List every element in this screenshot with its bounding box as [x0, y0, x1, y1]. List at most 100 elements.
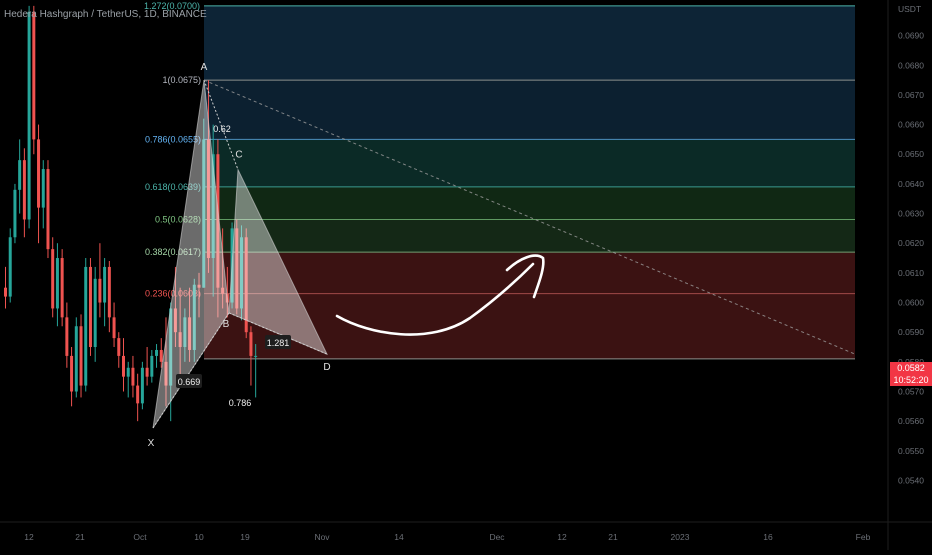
price-tick-label: 0.0600: [898, 298, 924, 308]
price-tick-label: 0.0690: [898, 31, 924, 41]
candle-body: [107, 266, 111, 318]
fib-zone-0.236: [204, 252, 855, 294]
time-tick-label: Oct: [133, 532, 147, 542]
candle: [84, 258, 88, 392]
candle-body: [84, 266, 88, 386]
ratio-label-text: 0.669: [178, 377, 201, 387]
candle-body: [37, 139, 41, 208]
candle-body: [155, 349, 159, 356]
candle-body: [98, 278, 102, 303]
price-tick-label: USDT: [898, 4, 921, 14]
pattern-ratio-label: 1.281: [265, 335, 291, 349]
price-tick-label: 0.0540: [898, 475, 924, 485]
candle-body: [254, 355, 258, 357]
current-price-tag: 0.0582 10:52:20: [890, 362, 932, 386]
time-tick-label: 2023: [671, 532, 690, 542]
time-tick-label: 12: [557, 532, 567, 542]
candle-body: [55, 258, 59, 309]
time-tick-label: 10: [194, 532, 204, 542]
current-price-value: 0.0582: [897, 363, 925, 373]
price-tick-label: 0.0570: [898, 387, 924, 397]
candle-body: [122, 355, 125, 377]
candle-body: [4, 287, 7, 297]
candle-body: [46, 169, 50, 250]
candle: [140, 361, 144, 410]
candle-body: [27, 11, 31, 220]
candle: [88, 258, 92, 356]
ratio-label-text: 0.62: [213, 124, 231, 134]
candle-body: [18, 160, 22, 190]
time-tick-label: 16: [763, 532, 773, 542]
candle-body: [60, 258, 64, 318]
candle: [8, 228, 12, 303]
chart-root[interactable]: 1.272(0.0700) 1(0.0675) 0.786(0.0655) 0.618…: [0, 0, 932, 550]
candle-body: [41, 169, 45, 208]
pattern-point-D: D: [323, 362, 330, 373]
candle-body: [117, 338, 121, 356]
candle: [32, 5, 36, 155]
time-tick-label: 14: [394, 532, 404, 542]
price-tick-label: 0.0660: [898, 120, 924, 130]
candle-body: [131, 367, 135, 386]
ratio-label-text: 1.281: [267, 338, 290, 348]
pattern-ratio-label: 0.62: [213, 124, 231, 134]
price-tick-label: 0.0680: [898, 60, 924, 70]
fib-zone-0.382: [204, 219, 855, 253]
fib-zone-extension: [204, 5, 855, 81]
candle: [46, 160, 50, 259]
candle-body: [249, 332, 253, 356]
ratio-label-text: 0.786: [229, 398, 252, 408]
fib-label-1: 1(0.0675): [162, 75, 201, 85]
pattern-point-X: X: [148, 438, 155, 449]
price-tick-label: 0.0590: [898, 327, 924, 337]
pattern-point-B: B: [223, 319, 230, 330]
chart-title: Hedera Hashgraph / TetherUS, 1D, BINANCE: [4, 9, 207, 20]
candle: [74, 317, 78, 398]
fib-zone-0.5: [204, 186, 855, 220]
fib-zone-0.618: [204, 139, 855, 187]
candle-body: [79, 326, 83, 386]
time-tick-label: Feb: [856, 532, 871, 542]
time-tick-label: 19: [240, 532, 250, 542]
price-tick-label: 0.0650: [898, 149, 924, 159]
candle-body: [65, 317, 69, 356]
candle: [51, 237, 55, 318]
candle: [79, 314, 83, 398]
pattern-ratio-label: 0.669: [176, 374, 202, 388]
candle-body: [159, 349, 163, 362]
price-tick-label: 0.0610: [898, 268, 924, 278]
candle-body: [22, 160, 26, 220]
pattern-point-C: C: [235, 150, 242, 161]
candle-body: [140, 367, 144, 404]
time-tick-label: 21: [608, 532, 618, 542]
time-tick-label: 12: [24, 532, 34, 542]
candle-body: [112, 317, 116, 339]
candle-body: [32, 11, 36, 140]
candle-body: [13, 189, 17, 238]
candle-body: [136, 385, 140, 404]
time-tick-label: 21: [75, 532, 85, 542]
fib-zone-0.786: [204, 80, 855, 140]
candle: [60, 249, 64, 327]
price-tick-label: 0.0630: [898, 209, 924, 219]
bar-countdown: 10:52:20: [893, 375, 929, 385]
price-tick-label: 0.0640: [898, 179, 924, 189]
candle-body: [51, 249, 55, 309]
candle-body: [93, 278, 97, 348]
price-tick-label: 0.0620: [898, 238, 924, 248]
price-chart[interactable]: 1.272(0.0700)1(0.0675)0.786(0.0655)0.618…: [0, 0, 932, 550]
candle-body: [74, 326, 78, 392]
price-tick-label: 0.0550: [898, 446, 924, 456]
candle-body: [70, 355, 74, 392]
candle: [13, 183, 17, 244]
time-tick-label: Nov: [314, 532, 330, 542]
candle: [27, 5, 31, 229]
candle-body: [126, 367, 130, 377]
pattern-point-A: A: [201, 62, 208, 73]
fib-label-0.786: 0.786(0.0655): [145, 134, 201, 144]
candle-body: [88, 266, 92, 348]
price-tick-label: 0.0670: [898, 90, 924, 100]
candle-body: [150, 355, 154, 377]
candle-body: [103, 266, 107, 303]
pattern-ratio-label: 0.786: [229, 398, 252, 408]
